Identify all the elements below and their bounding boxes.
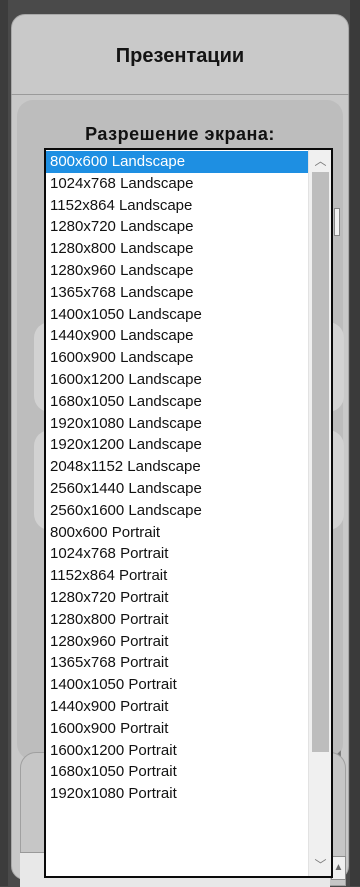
- hidden-field-edge: [334, 208, 340, 236]
- resolution-option[interactable]: 1280x800 Portrait: [46, 609, 308, 631]
- resolution-option[interactable]: 1600x900 Landscape: [46, 347, 308, 369]
- resolution-option[interactable]: 1024x768 Landscape: [46, 173, 308, 195]
- resolution-option[interactable]: 1152x864 Landscape: [46, 195, 308, 217]
- resolution-label: Разрешение экрана:: [85, 124, 275, 144]
- resolution-option[interactable]: 1680x1050 Portrait: [46, 761, 308, 783]
- resolution-option[interactable]: 1600x1200 Landscape: [46, 369, 308, 391]
- resolution-option[interactable]: 1280x720 Portrait: [46, 587, 308, 609]
- panel-divider: [11, 94, 349, 95]
- resolution-option[interactable]: 1600x900 Portrait: [46, 718, 308, 740]
- dropdown-scrollbar[interactable]: ︿ ﹀: [308, 150, 331, 876]
- scrollbar-thumb[interactable]: [312, 172, 329, 752]
- resolution-option[interactable]: 1920x1080 Portrait: [46, 783, 308, 805]
- resolution-option[interactable]: 2560x1600 Landscape: [46, 500, 308, 522]
- resolution-option[interactable]: 1920x1080 Landscape: [46, 413, 308, 435]
- resolution-option[interactable]: 2048x1152 Landscape: [46, 456, 308, 478]
- resolution-option[interactable]: 800x600 Landscape: [46, 151, 308, 173]
- resolution-option[interactable]: 1280x720 Landscape: [46, 216, 308, 238]
- resolution-dropdown-list[interactable]: 800x600 Landscape 1024x768 Landscape 1152x…: [44, 148, 333, 878]
- resolution-option[interactable]: 1600x1200 Portrait: [46, 740, 308, 762]
- resolution-option[interactable]: 1440x900 Landscape: [46, 325, 308, 347]
- resolution-option[interactable]: 1280x960 Landscape: [46, 260, 308, 282]
- chevron-up-icon[interactable]: ▲: [331, 856, 346, 880]
- resolution-option[interactable]: 800x600 Portrait: [46, 522, 308, 544]
- resolution-options: 800x600 Landscape 1024x768 Landscape 1152x…: [46, 151, 308, 805]
- resolution-option[interactable]: 1280x960 Portrait: [46, 631, 308, 653]
- resolution-option[interactable]: 1280x800 Landscape: [46, 238, 308, 260]
- resolution-option[interactable]: 1680x1050 Landscape: [46, 391, 308, 413]
- chevron-down-icon[interactable]: ﹀: [309, 854, 331, 876]
- resolution-option[interactable]: 1400x1050 Portrait: [46, 674, 308, 696]
- resolution-option[interactable]: 1400x1050 Landscape: [46, 304, 308, 326]
- resolution-option[interactable]: 1920x1200 Landscape: [46, 434, 308, 456]
- panel-title: Презентации: [115, 45, 245, 67]
- resolution-option[interactable]: 2560x1440 Landscape: [46, 478, 308, 500]
- resolution-option[interactable]: 1365x768 Portrait: [46, 652, 308, 674]
- resolution-option[interactable]: 1365x768 Landscape: [46, 282, 308, 304]
- resolution-option[interactable]: 1024x768 Portrait: [46, 543, 308, 565]
- resolution-option[interactable]: 1152x864 Portrait: [46, 565, 308, 587]
- chevron-up-icon[interactable]: ︿: [309, 150, 331, 172]
- resolution-option[interactable]: 1440x900 Portrait: [46, 696, 308, 718]
